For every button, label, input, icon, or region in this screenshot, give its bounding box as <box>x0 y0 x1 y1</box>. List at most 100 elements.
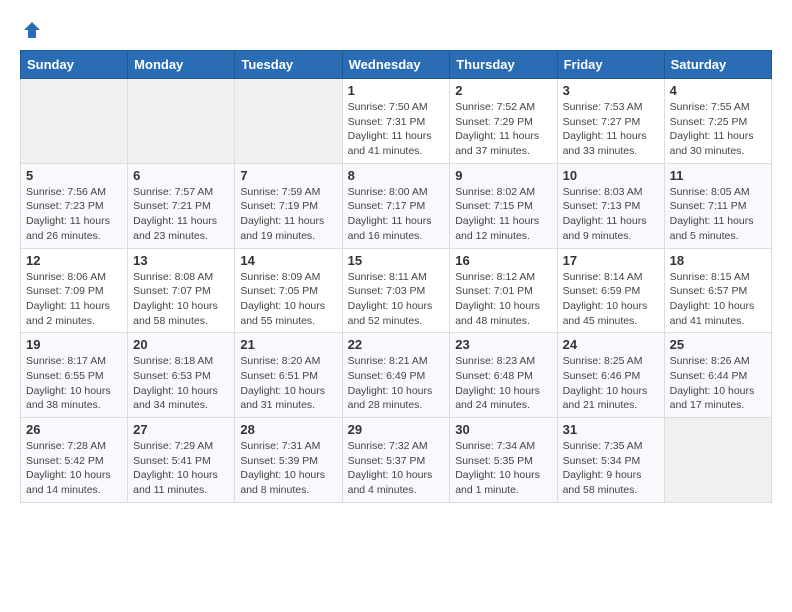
calendar-week-row: 26 Sunrise: 7:28 AM Sunset: 5:42 PM Dayli… <box>21 418 772 503</box>
calendar-cell: 12 Sunrise: 8:06 AM Sunset: 7:09 PM Dayli… <box>21 248 128 333</box>
day-number: 7 <box>240 168 336 183</box>
logo <box>20 20 42 40</box>
day-number: 15 <box>348 253 445 268</box>
day-number: 30 <box>455 422 551 437</box>
calendar-cell: 21 Sunrise: 8:20 AM Sunset: 6:51 PM Dayli… <box>235 333 342 418</box>
day-number: 29 <box>348 422 445 437</box>
day-info: Sunrise: 8:11 AM Sunset: 7:03 PM Dayligh… <box>348 270 445 329</box>
calendar-cell: 25 Sunrise: 8:26 AM Sunset: 6:44 PM Dayli… <box>664 333 771 418</box>
calendar-header-tuesday: Tuesday <box>235 51 342 79</box>
day-info: Sunrise: 7:57 AM Sunset: 7:21 PM Dayligh… <box>133 185 229 244</box>
day-number: 9 <box>455 168 551 183</box>
day-info: Sunrise: 8:05 AM Sunset: 7:11 PM Dayligh… <box>670 185 766 244</box>
day-info: Sunrise: 8:21 AM Sunset: 6:49 PM Dayligh… <box>348 354 445 413</box>
day-number: 26 <box>26 422 122 437</box>
day-number: 5 <box>26 168 122 183</box>
day-number: 8 <box>348 168 445 183</box>
calendar-cell: 31 Sunrise: 7:35 AM Sunset: 5:34 PM Dayli… <box>557 418 664 503</box>
day-number: 14 <box>240 253 336 268</box>
day-number: 1 <box>348 83 445 98</box>
day-number: 16 <box>455 253 551 268</box>
calendar-cell: 3 Sunrise: 7:53 AM Sunset: 7:27 PM Daylig… <box>557 79 664 164</box>
day-info: Sunrise: 8:26 AM Sunset: 6:44 PM Dayligh… <box>670 354 766 413</box>
calendar-cell: 26 Sunrise: 7:28 AM Sunset: 5:42 PM Dayli… <box>21 418 128 503</box>
day-info: Sunrise: 8:18 AM Sunset: 6:53 PM Dayligh… <box>133 354 229 413</box>
day-number: 10 <box>563 168 659 183</box>
calendar-cell: 8 Sunrise: 8:00 AM Sunset: 7:17 PM Daylig… <box>342 163 450 248</box>
day-number: 4 <box>670 83 766 98</box>
calendar-header-saturday: Saturday <box>664 51 771 79</box>
calendar-week-row: 12 Sunrise: 8:06 AM Sunset: 7:09 PM Dayli… <box>21 248 772 333</box>
calendar-cell <box>128 79 235 164</box>
day-number: 22 <box>348 337 445 352</box>
calendar-cell: 24Sunrise: 8:25 AM Sunset: 6:46 PM Dayli… <box>557 333 664 418</box>
day-number: 23 <box>455 337 551 352</box>
calendar-cell: 2 Sunrise: 7:52 AM Sunset: 7:29 PM Daylig… <box>450 79 557 164</box>
day-info: Sunrise: 7:53 AM Sunset: 7:27 PM Dayligh… <box>563 100 659 159</box>
day-info: Sunrise: 8:12 AM Sunset: 7:01 PM Dayligh… <box>455 270 551 329</box>
calendar-cell: 7 Sunrise: 7:59 AM Sunset: 7:19 PM Daylig… <box>235 163 342 248</box>
day-info: Sunrise: 8:00 AM Sunset: 7:17 PM Dayligh… <box>348 185 445 244</box>
day-info: Sunrise: 7:52 AM Sunset: 7:29 PM Dayligh… <box>455 100 551 159</box>
calendar-cell: 1Sunrise: 7:50 AM Sunset: 7:31 PM Daylig… <box>342 79 450 164</box>
day-info: Sunrise: 8:25 AM Sunset: 6:46 PM Dayligh… <box>563 354 659 413</box>
calendar-header-monday: Monday <box>128 51 235 79</box>
logo-icon <box>22 20 42 40</box>
day-number: 21 <box>240 337 336 352</box>
day-info: Sunrise: 7:32 AM Sunset: 5:37 PM Dayligh… <box>348 439 445 498</box>
calendar-header-sunday: Sunday <box>21 51 128 79</box>
day-info: Sunrise: 8:14 AM Sunset: 6:59 PM Dayligh… <box>563 270 659 329</box>
day-info: Sunrise: 7:28 AM Sunset: 5:42 PM Dayligh… <box>26 439 122 498</box>
calendar-week-row: 19Sunrise: 8:17 AM Sunset: 6:55 PM Dayli… <box>21 333 772 418</box>
day-info: Sunrise: 8:03 AM Sunset: 7:13 PM Dayligh… <box>563 185 659 244</box>
day-info: Sunrise: 7:56 AM Sunset: 7:23 PM Dayligh… <box>26 185 122 244</box>
calendar-cell <box>235 79 342 164</box>
day-info: Sunrise: 7:29 AM Sunset: 5:41 PM Dayligh… <box>133 439 229 498</box>
day-number: 28 <box>240 422 336 437</box>
calendar-table: SundayMondayTuesdayWednesdayThursdayFrid… <box>20 50 772 503</box>
day-number: 6 <box>133 168 229 183</box>
calendar-cell: 10 Sunrise: 8:03 AM Sunset: 7:13 PM Dayli… <box>557 163 664 248</box>
calendar-header-wednesday: Wednesday <box>342 51 450 79</box>
calendar-cell: 22 Sunrise: 8:21 AM Sunset: 6:49 PM Dayli… <box>342 333 450 418</box>
calendar-cell: 13 Sunrise: 8:08 AM Sunset: 7:07 PM Dayli… <box>128 248 235 333</box>
calendar-cell: 18 Sunrise: 8:15 AM Sunset: 6:57 PM Dayli… <box>664 248 771 333</box>
day-number: 25 <box>670 337 766 352</box>
day-number: 31 <box>563 422 659 437</box>
day-info: Sunrise: 8:02 AM Sunset: 7:15 PM Dayligh… <box>455 185 551 244</box>
day-info: Sunrise: 8:20 AM Sunset: 6:51 PM Dayligh… <box>240 354 336 413</box>
calendar-cell: 5 Sunrise: 7:56 AM Sunset: 7:23 PM Daylig… <box>21 163 128 248</box>
day-info: Sunrise: 7:34 AM Sunset: 5:35 PM Dayligh… <box>455 439 551 498</box>
day-info: Sunrise: 7:55 AM Sunset: 7:25 PM Dayligh… <box>670 100 766 159</box>
day-info: Sunrise: 8:06 AM Sunset: 7:09 PM Dayligh… <box>26 270 122 329</box>
calendar-cell: 16 Sunrise: 8:12 AM Sunset: 7:01 PM Dayli… <box>450 248 557 333</box>
calendar-week-row: 1Sunrise: 7:50 AM Sunset: 7:31 PM Daylig… <box>21 79 772 164</box>
day-info: Sunrise: 8:08 AM Sunset: 7:07 PM Dayligh… <box>133 270 229 329</box>
day-number: 18 <box>670 253 766 268</box>
day-number: 13 <box>133 253 229 268</box>
day-info: Sunrise: 7:59 AM Sunset: 7:19 PM Dayligh… <box>240 185 336 244</box>
calendar-week-row: 5 Sunrise: 7:56 AM Sunset: 7:23 PM Daylig… <box>21 163 772 248</box>
day-info: Sunrise: 7:35 AM Sunset: 5:34 PM Dayligh… <box>563 439 659 498</box>
day-number: 27 <box>133 422 229 437</box>
calendar-cell: 15 Sunrise: 8:11 AM Sunset: 7:03 PM Dayli… <box>342 248 450 333</box>
page-header <box>20 20 772 40</box>
day-info: Sunrise: 8:23 AM Sunset: 6:48 PM Dayligh… <box>455 354 551 413</box>
calendar-cell: 17 Sunrise: 8:14 AM Sunset: 6:59 PM Dayli… <box>557 248 664 333</box>
calendar-cell: 6 Sunrise: 7:57 AM Sunset: 7:21 PM Daylig… <box>128 163 235 248</box>
calendar-header-friday: Friday <box>557 51 664 79</box>
calendar-header-thursday: Thursday <box>450 51 557 79</box>
day-number: 17 <box>563 253 659 268</box>
calendar-cell: 14 Sunrise: 8:09 AM Sunset: 7:05 PM Dayli… <box>235 248 342 333</box>
day-number: 2 <box>455 83 551 98</box>
day-number: 3 <box>563 83 659 98</box>
calendar-cell <box>664 418 771 503</box>
day-number: 12 <box>26 253 122 268</box>
day-info: Sunrise: 7:31 AM Sunset: 5:39 PM Dayligh… <box>240 439 336 498</box>
day-info: Sunrise: 8:15 AM Sunset: 6:57 PM Dayligh… <box>670 270 766 329</box>
calendar-cell: 23 Sunrise: 8:23 AM Sunset: 6:48 PM Dayli… <box>450 333 557 418</box>
calendar-cell: 4 Sunrise: 7:55 AM Sunset: 7:25 PM Daylig… <box>664 79 771 164</box>
day-number: 11 <box>670 168 766 183</box>
day-info: Sunrise: 8:09 AM Sunset: 7:05 PM Dayligh… <box>240 270 336 329</box>
calendar-cell: 27 Sunrise: 7:29 AM Sunset: 5:41 PM Dayli… <box>128 418 235 503</box>
